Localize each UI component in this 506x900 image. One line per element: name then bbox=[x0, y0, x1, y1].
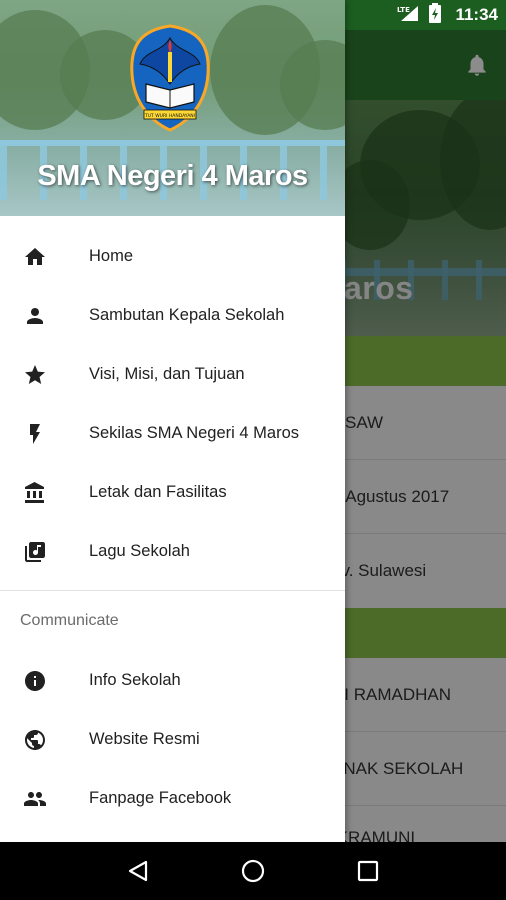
menu-item-label: Sekilas SMA Negeri 4 Maros bbox=[89, 424, 299, 442]
school-logo: TUT WURI HANDAYANI bbox=[130, 24, 210, 132]
battery-icon bbox=[429, 2, 442, 28]
menu-item-info-sekolah[interactable]: Info Sekolah bbox=[0, 651, 345, 710]
recents-icon bbox=[358, 860, 379, 882]
navigation-drawer: TUT WURI HANDAYANI SMA Negeri 4 Maros Ho… bbox=[0, 0, 345, 842]
menu-item-letak-fasilitas[interactable]: Letak dan Fasilitas bbox=[0, 463, 345, 522]
menu-item-label: Website Resmi bbox=[89, 730, 200, 748]
menu-item-label: Letak dan Fasilitas bbox=[89, 483, 227, 501]
menu-item-label: Info Sekolah bbox=[89, 671, 181, 689]
music-library-icon bbox=[22, 539, 48, 565]
back-icon bbox=[128, 860, 147, 882]
home-button[interactable] bbox=[233, 851, 273, 891]
communicate-header: Communicate bbox=[20, 612, 119, 629]
person-icon bbox=[22, 303, 48, 329]
menu-item-sekilas[interactable]: Sekilas SMA Negeri 4 Maros bbox=[0, 404, 345, 463]
menu-item-lagu-sekolah[interactable]: Lagu Sekolah bbox=[0, 522, 345, 581]
globe-icon bbox=[22, 727, 48, 753]
svg-text:TUT WURI HANDAYANI: TUT WURI HANDAYANI bbox=[144, 113, 195, 119]
svg-text:LTE: LTE bbox=[397, 6, 410, 14]
school-name: SMA Negeri 4 Maros bbox=[37, 160, 308, 192]
system-navigation-bar bbox=[0, 842, 506, 900]
lte-signal-icon: LTE bbox=[397, 4, 419, 27]
bank-icon bbox=[22, 480, 48, 506]
home-circle-icon bbox=[241, 859, 265, 883]
menu-item-label: Visi, Misi, dan Tujuan bbox=[89, 365, 245, 383]
drawer-header: TUT WURI HANDAYANI SMA Negeri 4 Maros bbox=[0, 0, 345, 216]
recents-button[interactable] bbox=[348, 851, 388, 891]
menu-item-home[interactable]: Home bbox=[0, 227, 345, 286]
home-icon bbox=[22, 244, 48, 270]
menu-item-website-resmi[interactable]: Website Resmi bbox=[0, 710, 345, 769]
star-icon bbox=[22, 362, 48, 388]
info-icon bbox=[22, 668, 48, 694]
menu-item-label: Sambutan Kepala Sekolah bbox=[89, 306, 285, 324]
menu-item-visi-misi[interactable]: Visi, Misi, dan Tujuan bbox=[0, 345, 345, 404]
menu-item-sambutan[interactable]: Sambutan Kepala Sekolah bbox=[0, 286, 345, 345]
back-button[interactable] bbox=[118, 851, 158, 891]
group-icon bbox=[22, 786, 48, 812]
menu-item-label: Home bbox=[89, 247, 134, 265]
clock-time: 11:34 bbox=[455, 5, 498, 24]
menu-item-fanpage-facebook[interactable]: Fanpage Facebook bbox=[0, 769, 345, 828]
bolt-icon bbox=[22, 421, 48, 447]
menu-item-label: Lagu Sekolah bbox=[89, 542, 190, 560]
menu-item-label: Fanpage Facebook bbox=[89, 789, 232, 807]
drawer-menu: Home Sambutan Kepala Sekolah Visi, Misi,… bbox=[0, 216, 345, 828]
